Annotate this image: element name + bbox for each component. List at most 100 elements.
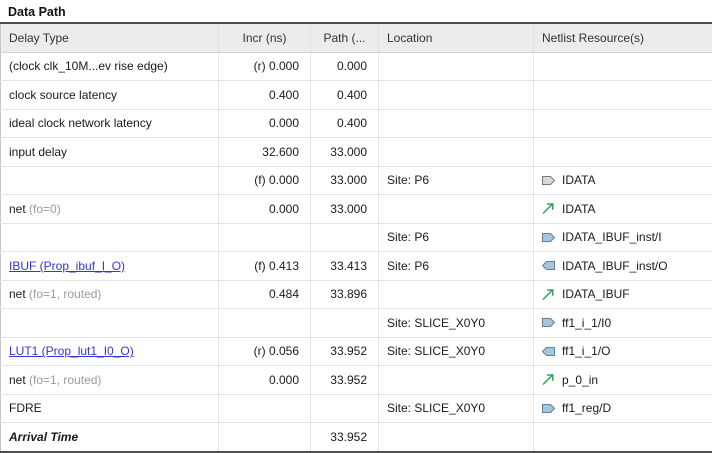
netlist-cell: ff1_i_1/O — [534, 337, 712, 366]
location-cell — [379, 138, 534, 167]
path-cell: 33.952 — [311, 337, 379, 366]
incr-cell: 0.400 — [219, 81, 311, 110]
column-header-incr-ns[interactable]: Incr (ns) — [219, 24, 311, 52]
table-row[interactable]: Arrival Time 33.952 — [1, 423, 712, 452]
incr-cell: 0.000 — [219, 109, 311, 138]
delay-type-label: net — [9, 202, 26, 216]
incr-cell: 0.484 — [219, 280, 311, 309]
incr-cell: (r) 0.000 — [219, 52, 311, 81]
netlist-cell — [534, 52, 712, 81]
location-cell: Site: P6 — [379, 166, 534, 195]
cell-primitive-link[interactable]: LUT1 (Prop_lut1_I0_O) — [9, 344, 134, 358]
location-cell: Site: SLICE_X0Y0 — [379, 337, 534, 366]
netlist-resource-label: IDATA_IBUF_inst/I — [562, 230, 662, 244]
net-arrow-icon — [541, 373, 556, 386]
input-port-icon — [541, 174, 556, 187]
table-row[interactable]: LUT1 (Prop_lut1_I0_O) (r) 0.056 33.952 S… — [1, 337, 712, 366]
table-row[interactable]: clock source latency 0.400 0.400 — [1, 81, 712, 110]
location-cell: Site: SLICE_X0Y0 — [379, 309, 534, 338]
delay-type-cell: input delay — [1, 138, 219, 167]
delay-type-cell: FDRE — [1, 394, 219, 423]
fanout-note: (fo=1, routed) — [29, 287, 101, 301]
table-row[interactable]: input delay 32.600 33.000 — [1, 138, 712, 167]
net-arrow-icon — [541, 288, 556, 301]
input-pin-icon — [541, 231, 556, 244]
table-row[interactable]: FDRE Site: SLICE_X0Y0 ff1_reg/D — [1, 394, 712, 423]
path-cell: 33.000 — [311, 195, 379, 224]
netlist-cell: IDATA_IBUF — [534, 280, 712, 309]
input-pin-icon — [541, 402, 556, 415]
incr-cell — [219, 223, 311, 252]
delay-type-cell — [1, 309, 219, 338]
section-title: Data Path — [0, 0, 712, 22]
table-row[interactable]: ideal clock network latency 0.000 0.400 — [1, 109, 712, 138]
netlist-resource-label: IDATA — [562, 173, 596, 187]
path-cell: 0.000 — [311, 52, 379, 81]
path-cell — [311, 394, 379, 423]
path-cell: 33.952 — [311, 423, 379, 452]
netlist-cell: IDATA_IBUF_inst/O — [534, 252, 712, 281]
location-cell: Site: P6 — [379, 252, 534, 281]
incr-cell: (f) 0.413 — [219, 252, 311, 281]
column-header-netlist-resources[interactable]: Netlist Resource(s) — [534, 24, 712, 52]
column-header-location[interactable]: Location — [379, 24, 534, 52]
location-cell: Site: SLICE_X0Y0 — [379, 394, 534, 423]
netlist-cell — [534, 138, 712, 167]
fanout-note: (fo=0) — [29, 202, 61, 216]
cell-primitive-link[interactable]: IBUF (Prop_ibuf_I_O) — [9, 259, 125, 273]
netlist-cell: IDATA_IBUF_inst/I — [534, 223, 712, 252]
net-arrow-icon — [541, 202, 556, 215]
netlist-resource-label: IDATA_IBUF — [562, 287, 630, 301]
data-path-table: Delay Type Incr (ns) Path (... Location … — [0, 24, 712, 453]
netlist-cell: IDATA — [534, 195, 712, 224]
netlist-cell — [534, 109, 712, 138]
table-row[interactable]: Site: P6 IDATA_IBUF_inst/I — [1, 223, 712, 252]
path-cell: 33.413 — [311, 252, 379, 281]
column-header-delay-type[interactable]: Delay Type — [1, 24, 219, 52]
netlist-cell: ff1_i_1/I0 — [534, 309, 712, 338]
delay-type-label: net — [9, 287, 26, 301]
path-cell — [311, 223, 379, 252]
table-row[interactable]: (clock clk_10M...ev rise edge) (r) 0.000… — [1, 52, 712, 81]
arrival-time-cell: Arrival Time — [1, 423, 219, 452]
delay-type-cell: IBUF (Prop_ibuf_I_O) — [1, 252, 219, 281]
location-cell — [379, 52, 534, 81]
table-row[interactable]: net (fo=0) 0.000 33.000 IDATA — [1, 195, 712, 224]
location-cell — [379, 195, 534, 224]
output-pin-icon — [541, 259, 556, 272]
table-row[interactable]: Site: SLICE_X0Y0 ff1_i_1/I0 — [1, 309, 712, 338]
incr-cell — [219, 394, 311, 423]
delay-type-cell: clock source latency — [1, 81, 219, 110]
path-cell — [311, 309, 379, 338]
netlist-resource-label: ff1_reg/D — [562, 401, 611, 415]
netlist-cell: ff1_reg/D — [534, 394, 712, 423]
table-row[interactable]: net (fo=1, routed) 0.000 33.952 p_0_in — [1, 366, 712, 395]
incr-cell — [219, 423, 311, 452]
path-cell: 33.896 — [311, 280, 379, 309]
table-row[interactable]: net (fo=1, routed) 0.484 33.896 IDATA_IB… — [1, 280, 712, 309]
incr-cell: 32.600 — [219, 138, 311, 167]
path-cell: 33.000 — [311, 166, 379, 195]
location-cell: Site: P6 — [379, 223, 534, 252]
netlist-cell: IDATA — [534, 166, 712, 195]
delay-type-cell — [1, 166, 219, 195]
netlist-cell: p_0_in — [534, 366, 712, 395]
location-cell — [379, 366, 534, 395]
delay-type-cell: LUT1 (Prop_lut1_I0_O) — [1, 337, 219, 366]
incr-cell: 0.000 — [219, 195, 311, 224]
path-cell: 0.400 — [311, 109, 379, 138]
delay-type-cell: net (fo=1, routed) — [1, 366, 219, 395]
netlist-resource-label: IDATA_IBUF_inst/O — [562, 259, 668, 273]
location-cell — [379, 109, 534, 138]
header-row: Delay Type Incr (ns) Path (... Location … — [1, 24, 712, 52]
location-cell — [379, 81, 534, 110]
delay-type-cell: net (fo=0) — [1, 195, 219, 224]
fanout-note: (fo=1, routed) — [29, 373, 101, 387]
table-row[interactable]: (f) 0.000 33.000 Site: P6 IDATA — [1, 166, 712, 195]
table-row[interactable]: IBUF (Prop_ibuf_I_O) (f) 0.413 33.413 Si… — [1, 252, 712, 281]
location-cell — [379, 423, 534, 452]
delay-type-label: net — [9, 373, 26, 387]
column-header-path[interactable]: Path (... — [311, 24, 379, 52]
delay-type-cell: net (fo=1, routed) — [1, 280, 219, 309]
incr-cell: (r) 0.056 — [219, 337, 311, 366]
